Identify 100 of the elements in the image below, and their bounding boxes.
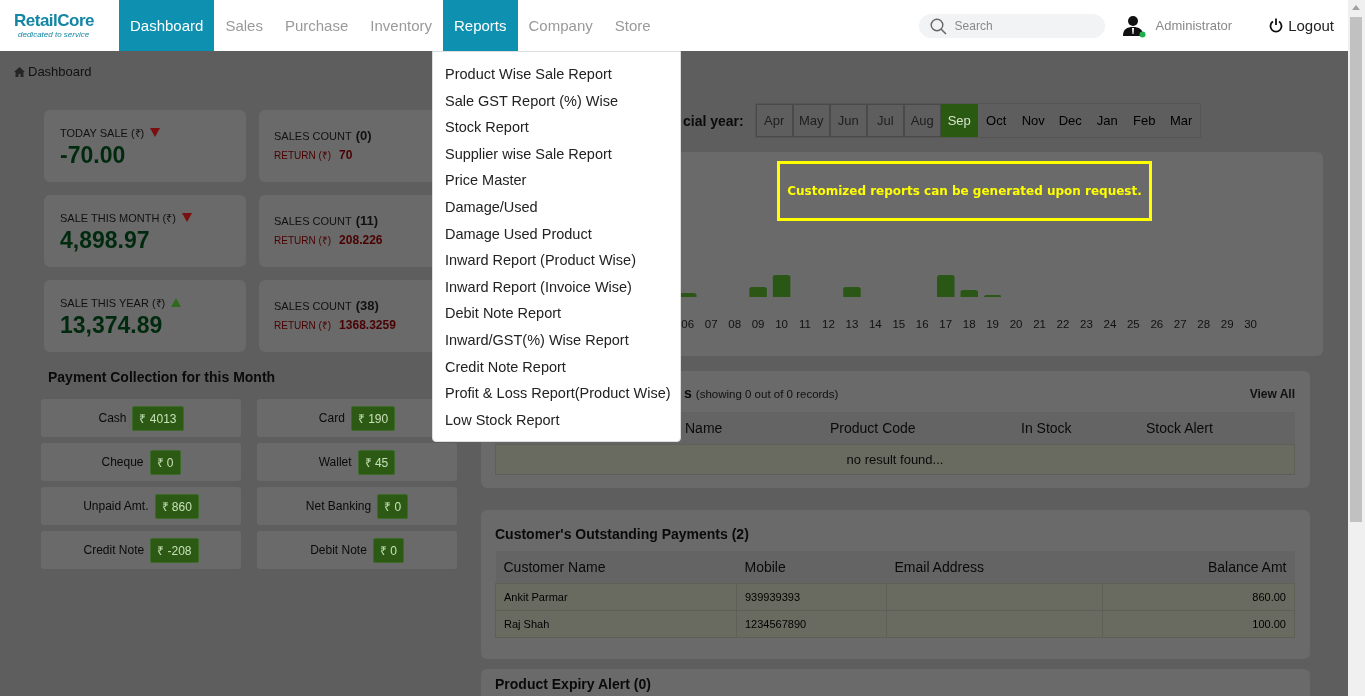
nav-tab[interactable]: Reports [443,0,518,51]
nav-tab[interactable]: Purchase [273,0,360,51]
day-label: 20 [1008,318,1024,330]
stat-value: 4,898.97 [60,227,151,254]
trend-down-icon [150,128,161,137]
column-header: In Stock [1021,420,1073,436]
count-value: (0) [355,128,372,143]
search-field[interactable]: Search [918,13,1105,38]
menu-item[interactable]: Stock Report [433,114,680,141]
return-value: 208.226 [339,233,383,247]
return-value: 70 [339,148,353,162]
menu-item[interactable]: Damage Used Product [433,220,680,248]
table-cell: 860.00 [1102,583,1295,611]
day-label: 13 [844,318,860,330]
day-label: 30 [1243,318,1258,330]
nav-tab[interactable]: Company [517,0,604,51]
card-title: Product Expiry Alert (0) [495,676,652,692]
breadcrumb-link[interactable]: Dashboard [28,64,92,79]
month-button[interactable]: Mar [1162,104,1200,137]
menu-item[interactable]: Price Master [433,167,680,194]
day-label: 11 [798,318,812,330]
month-button[interactable]: Oct [977,104,1015,137]
count-value: (11) [355,213,379,228]
empty-row: no result found... [495,444,1295,475]
column-header: Name [685,420,724,436]
nav-tab[interactable]: Store [603,0,662,51]
menu-item[interactable]: Damage/Used [433,193,680,221]
scrollbar[interactable] [1348,0,1365,696]
day-label: 21 [1032,318,1047,330]
month-button[interactable]: Sep [940,104,978,137]
table-cell: 939939393 [736,583,887,611]
amount-badge: ₹ 0 [372,537,404,563]
records-note: (showing 0 out of 0 records) [695,388,839,400]
table-cell: 1234567890 [736,610,887,638]
day-label: 22 [1055,318,1071,330]
amount-badge: ₹ 0 [149,449,181,475]
amount-badge: ₹ 45 [357,449,396,475]
view-all-link[interactable]: View All [1249,387,1296,401]
user-avatar-icon [1121,13,1146,38]
power-icon [1269,18,1284,33]
payment-label: Cash [98,411,127,425]
menu-item[interactable]: Supplier wise Sale Report [433,140,680,168]
user-name[interactable]: Administrator [1155,18,1233,33]
day-label: 08 [727,318,743,330]
count-label: SALES COUNT [274,300,352,312]
stat-label: TODAY SALE (₹) [60,126,145,140]
payment-label: Unpaid Amt. [83,499,149,513]
month-button[interactable]: Nov [1014,104,1052,137]
amount-badge: ₹ 4013 [132,405,184,431]
amount-badge: ₹ -208 [150,537,199,563]
amount-badge: ₹ 190 [350,405,396,431]
nav-tab[interactable]: Sales [214,0,274,51]
trend-up-icon [171,298,182,307]
menu-item[interactable]: Product Wise Sale Report [433,61,680,88]
day-label: 07 [703,318,719,330]
column-header: Product Code [830,420,917,436]
stat-value: 13,374.89 [60,312,164,339]
card-title: s [684,385,692,401]
menu-item[interactable]: Inward Report (Invoice Wise) [433,273,680,301]
month-button[interactable]: Feb [1125,104,1163,137]
nav-tab[interactable]: Dashboard [119,0,215,51]
menu-item[interactable]: Inward Report (Product Wise) [433,247,680,274]
nav-tab[interactable]: Inventory [359,0,443,51]
payment-label: Card [318,411,345,425]
count-label: SALES COUNT [274,130,352,142]
table-cell: Raj Shah [495,610,737,638]
column-header: Mobile [736,551,887,584]
payment-label: Debit Note [310,543,367,557]
day-label: 23 [1079,318,1094,330]
day-label: 12 [821,318,836,330]
scroll-up-icon[interactable] [1352,5,1360,10]
month-button[interactable]: Dec [1051,104,1089,137]
section-title: Payment Collection for this Month [48,369,277,385]
day-label: 10 [774,318,789,330]
menu-item[interactable]: Low Stock Report [433,406,680,434]
day-label: 29 [1219,318,1235,330]
menu-item[interactable]: Inward/GST(%) Wise Report [433,326,680,354]
day-label: 18 [961,318,977,330]
scroll-thumb[interactable] [1350,17,1362,522]
day-label: 06 [680,318,696,330]
payment-label: Cheque [101,455,144,469]
search-icon [929,17,947,35]
count-value: (38) [355,298,379,313]
menu-item[interactable]: Profit & Loss Report(Product Wise) [433,380,680,407]
stat-label: SALE THIS MONTH (₹) [60,211,176,225]
month-button[interactable]: Jan [1088,104,1126,137]
logo-tagline: dedicated to service [17,30,91,39]
menu-item[interactable]: Credit Note Report [433,353,680,381]
day-label: 14 [867,318,883,330]
amount-badge: ₹ 860 [154,493,199,519]
return-label: RETURN (₹) [274,319,332,332]
menu-item[interactable]: Debit Note Report [433,300,680,327]
menu-item[interactable]: Sale GST Report (%) Wise [433,87,680,115]
day-label: 19 [985,318,1000,330]
logout-button[interactable]: Logout [1269,0,1334,51]
column-header: Stock Alert [1146,420,1214,436]
stat-label: SALE THIS YEAR (₹) [60,296,166,310]
column-header: Balance Amt [1102,551,1295,584]
payment-label: Net Banking [305,499,372,513]
day-label: 25 [1125,318,1141,330]
